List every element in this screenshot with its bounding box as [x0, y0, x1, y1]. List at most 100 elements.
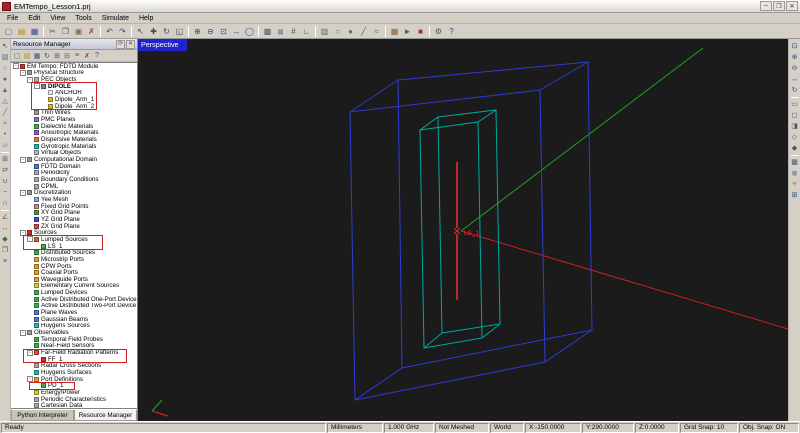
tree-expander-icon[interactable]: -	[20, 189, 26, 196]
tree-node-dielectric-materials[interactable]: Dielectric Materials	[11, 123, 137, 130]
panel-new-icon[interactable]: ▢	[12, 51, 22, 61]
panel-refresh-tree-icon[interactable]: ↻	[42, 51, 52, 61]
panel-tab-resource-manager[interactable]: Resource Manager	[74, 410, 137, 421]
tree-expander-icon[interactable]: -	[27, 376, 33, 383]
wireframe-mode-icon[interactable]: ▩	[790, 157, 800, 167]
orbit-icon[interactable]: ◯	[243, 25, 256, 37]
tree-node-pd-1[interactable]: PD_1	[11, 383, 137, 389]
menu-file[interactable]: File	[2, 15, 23, 22]
tree-node-anisotropic-materials[interactable]: Anisotropic Materials	[11, 130, 137, 136]
save-project-icon[interactable]: ▦	[28, 25, 41, 37]
tree-node-cartesian-data[interactable]: Cartesian Data	[11, 402, 137, 408]
minimize-button[interactable]: ─	[760, 1, 772, 11]
orbit-view-icon[interactable]: ↻	[790, 85, 800, 95]
scene-canvas[interactable]: LS_1	[138, 39, 788, 421]
tree-node-ff-1[interactable]: FF_1	[11, 356, 137, 363]
axes-toggle-icon[interactable]: ∟	[300, 25, 313, 37]
scale-tool-icon[interactable]: ◱	[173, 25, 186, 37]
tree-node-fixed-grid-points[interactable]: Fixed Grid Points	[11, 203, 137, 209]
mirror-tool-icon[interactable]: ⇄	[0, 165, 10, 175]
boolean-union-icon[interactable]: ∪	[0, 176, 10, 186]
tree-node-gaussian-beams[interactable]: Gaussian Beams	[11, 316, 137, 323]
menu-simulate[interactable]: Simulate	[97, 15, 134, 22]
draw-pyramid-tool-icon[interactable]: △	[0, 96, 10, 106]
boolean-intersect-icon[interactable]: ∩	[0, 198, 10, 208]
tree-node-far-field-radiation-patterns[interactable]: - Far-Field Radiation Patterns	[11, 349, 137, 356]
tree-node-cpw-ports[interactable]: CPW Ports	[11, 263, 137, 269]
grid-toggle-icon[interactable]: #	[287, 25, 300, 37]
measure-tool-icon[interactable]: ∠	[0, 212, 10, 222]
draw-box-tool-icon[interactable]: ▧	[0, 52, 10, 62]
tree-node-xy-grid-plane[interactable]: XY Grid Plane	[11, 209, 137, 216]
open-project-icon[interactable]: ▤	[15, 25, 28, 37]
object-properties-icon[interactable]: ≡	[0, 256, 10, 266]
light-toggle-icon[interactable]: ☀	[790, 179, 800, 189]
menu-edit[interactable]: Edit	[23, 15, 45, 22]
tree-node-fdtd-domain[interactable]: FDTD Domain	[11, 163, 137, 170]
boolean-subtract-icon[interactable]: −	[0, 187, 10, 197]
tree-node-pec-objects[interactable]: - PEC Objects	[11, 76, 137, 83]
tree-node-lumped-sources[interactable]: - Lumped Sources	[11, 236, 137, 243]
tree-node-microstrip-ports[interactable]: Microstrip Ports	[11, 256, 137, 263]
dimension-tool-icon[interactable]: ↔	[0, 223, 10, 233]
cut-icon[interactable]: ✂	[46, 25, 59, 37]
paste-icon[interactable]: ▣	[72, 25, 85, 37]
tree-node-yz-grid-plane[interactable]: YZ Grid Plane	[11, 216, 137, 223]
panel-delete-icon[interactable]: ✗	[82, 51, 92, 61]
tree-node-elementary-current-sources[interactable]: Elementary Current Sources	[11, 283, 137, 289]
front-view-icon[interactable]: ◻	[790, 110, 800, 120]
tree-node-gyrotropic-materials[interactable]: Gyrotropic Materials	[11, 143, 137, 150]
zoom-out-icon[interactable]: ⊖	[204, 25, 217, 37]
isometric-view-icon[interactable]: ◇	[790, 132, 800, 142]
tree-node-yee-mesh[interactable]: Yee Mesh	[11, 196, 137, 203]
tree-node-periodic-characteristics[interactable]: Periodic Characteristics	[11, 396, 137, 402]
redo-icon[interactable]: ↷	[116, 25, 129, 37]
menu-help[interactable]: Help	[134, 15, 158, 22]
panel-help-icon[interactable]: ?	[92, 51, 102, 61]
pan-view-icon[interactable]: ↔	[790, 74, 800, 84]
tree-node-radar-cross-sections[interactable]: Radar Cross Sections	[11, 363, 137, 369]
stop-simulation-icon[interactable]: ■	[414, 25, 427, 37]
panel-tab-python-interpreter[interactable]: Python Interpreter	[11, 410, 74, 421]
tree-expander-icon[interactable]: -	[20, 229, 26, 236]
tree-node-active-distributed-two-port-device[interactable]: Active Distributed Two-Port Device	[11, 303, 137, 309]
tree-node-dipole-arm-2[interactable]: Dipole_Arm_2	[11, 103, 137, 110]
tree-expander-icon[interactable]: -	[20, 329, 26, 336]
new-project-icon[interactable]: ▢	[2, 25, 15, 37]
panel-save-icon[interactable]: ▦	[32, 51, 42, 61]
tree-node-energy-power[interactable]: Energy/Power	[11, 389, 137, 396]
tree-expander-icon[interactable]: -	[20, 156, 26, 163]
panel-open-icon[interactable]: ▤	[22, 51, 32, 61]
perspective-view-icon[interactable]: ◆	[790, 143, 800, 153]
draw-cone-tool-icon[interactable]: ▲	[0, 85, 10, 95]
tree-expander-icon[interactable]: -	[13, 63, 19, 70]
tree-node-near-field-sensors[interactable]: Near-Field Sensors	[11, 343, 137, 349]
draw-plane-tool-icon[interactable]: ▱	[0, 140, 10, 150]
tree-node-observables[interactable]: - Observables	[11, 329, 137, 336]
tree-expander-icon[interactable]: -	[27, 349, 33, 356]
draw-line-icon[interactable]: ╱	[357, 25, 370, 37]
tree-node-computational-domain[interactable]: - Computational Domain	[11, 156, 137, 163]
tree-node-pmc-planes[interactable]: PMC Planes	[11, 116, 137, 123]
panel-header[interactable]: Resource Manager ⟳ ✕	[11, 39, 137, 50]
draw-polyline-tool-icon[interactable]: ≈	[0, 118, 10, 128]
port-marker[interactable]	[453, 227, 461, 235]
tree-node-cpml[interactable]: CPML	[11, 183, 137, 189]
draw-sphere-icon[interactable]: ●	[344, 25, 357, 37]
tree-node-thin-wires[interactable]: Thin Wires	[11, 110, 137, 116]
undo-icon[interactable]: ↶	[103, 25, 116, 37]
fit-view-icon[interactable]: ⊞	[790, 190, 800, 200]
draw-point-tool-icon[interactable]: •	[0, 129, 10, 139]
tree-node-virtual-objects[interactable]: Virtual Objects	[11, 150, 137, 156]
draw-cylinder-tool-icon[interactable]: ○	[0, 63, 10, 73]
draw-box-icon[interactable]: ▧	[318, 25, 331, 37]
panel-close-icon[interactable]: ✕	[126, 39, 135, 49]
tree-node-physical-structure[interactable]: - Physical Structure	[11, 70, 137, 76]
wireframe-icon[interactable]: ▩	[261, 25, 274, 37]
inner-box-wireframe[interactable]	[419, 109, 501, 349]
select-tool-icon[interactable]: ↖	[134, 25, 147, 37]
run-simulation-icon[interactable]: ►	[401, 25, 414, 37]
tree-node-periodicity[interactable]: Periodicity	[11, 170, 137, 176]
tree-node-active-distributed-one-port-device[interactable]: Active Distributed One-Port Device	[11, 296, 137, 303]
tree-node-coaxial-ports[interactable]: Coaxial Ports	[11, 269, 137, 276]
